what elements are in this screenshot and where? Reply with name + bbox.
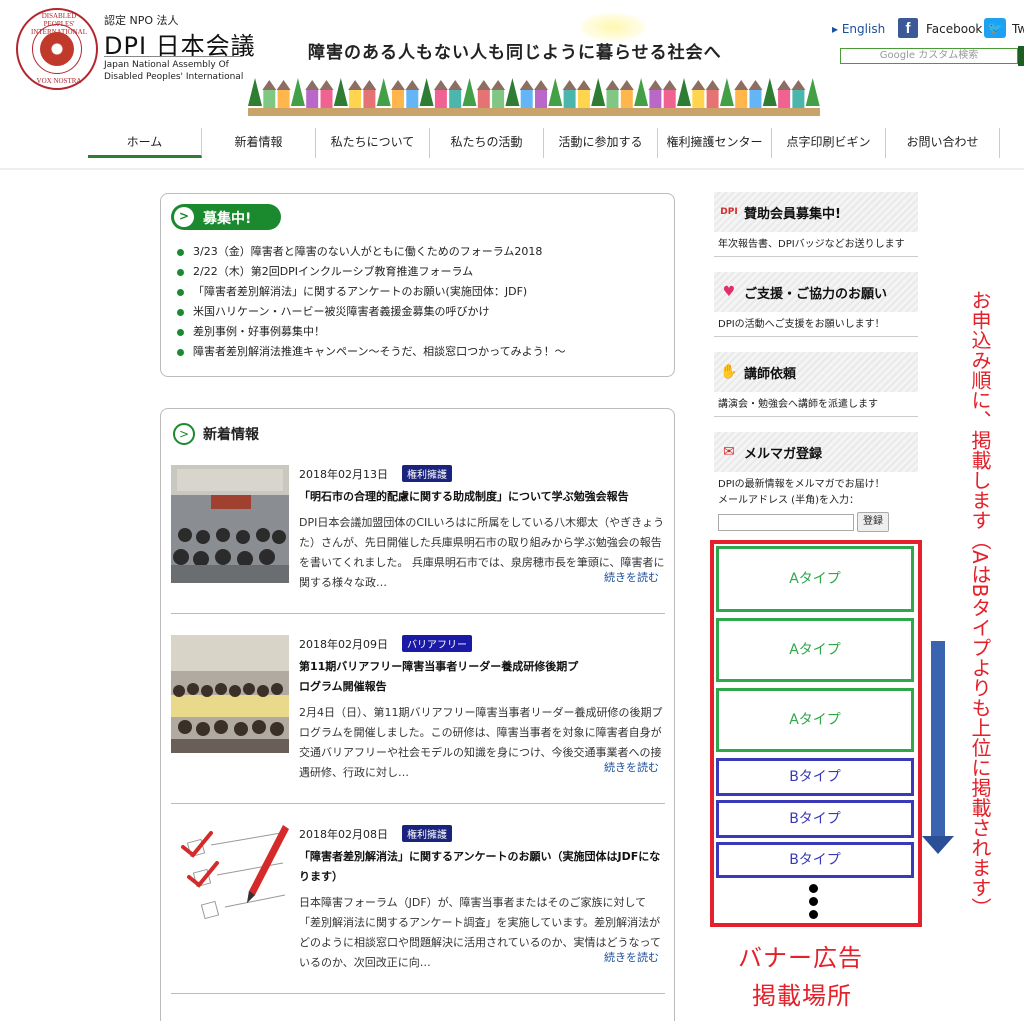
chevron-right-icon: > <box>174 207 194 227</box>
list-item[interactable]: 2/22（木）第2回DPIインクルーシブ教育推進フォーラム <box>177 262 566 282</box>
recruit-heading: > 募集中! <box>171 204 281 230</box>
ad-order-note: お申込み順に、掲載します（AはBタイプよりも上位に掲載されます） <box>968 290 992 918</box>
category-badge[interactable]: 権利擁護 <box>402 465 452 482</box>
mail-prompt: メールアドレス (半角)を入力： <box>718 495 859 506</box>
list-item[interactable]: 障害者差別解消法推進キャンペーン～そうだ、相談窓口つかってみよう！～ <box>177 342 566 362</box>
nav-join[interactable]: 活動に参加する <box>544 128 658 158</box>
english-link[interactable]: ▸ English <box>832 22 885 36</box>
news-heading: > 新着情報 <box>173 423 259 445</box>
mail-text: DPIの最新情報をメルマガでお届け！ <box>718 479 885 490</box>
search-button[interactable] <box>1018 46 1024 66</box>
lecture-box[interactable]: ✋ 講師依頼 講演会・勉強会へ講師を派遣します <box>714 352 918 417</box>
nav-braille[interactable]: 点字印刷ビギン <box>772 128 886 158</box>
ad-slot-b[interactable]: Bタイプ <box>716 842 914 878</box>
article-title[interactable]: 第11期バリアフリー障害当事者リーダー養成研修後期プログラム開催報告 <box>299 657 579 697</box>
lecture-title: 講師依頼 <box>744 367 797 382</box>
support-title: 賛助会員募集中! <box>744 207 841 222</box>
ad-slot-b[interactable]: Bタイプ <box>716 758 914 796</box>
down-arrow-head-icon <box>922 836 954 854</box>
article-title[interactable]: 「障害者差別解消法」に関するアンケートのお願い（実施団体はJDFになります） <box>299 847 665 887</box>
nav-home[interactable]: ホーム <box>88 128 202 158</box>
dpi-logo[interactable]: DISABLED PEOPLES' INTERNATIONAL VOX NOST… <box>16 8 98 90</box>
article-title[interactable]: 「明石市の合理的配慮に関する助成制度」について学ぶ勉強会報告 <box>299 487 665 507</box>
article-date: 2018年02月08日 <box>299 828 388 841</box>
article-date: 2018年02月09日 <box>299 638 388 651</box>
news-article: 2018年02月08日 権利擁護 「障害者差別解消法」に関するアンケートのお願い（… <box>171 825 665 1015</box>
twitter-icon[interactable]: 🐦 <box>984 18 1006 38</box>
nav-about[interactable]: 私たちについて <box>316 128 430 158</box>
article-date: 2018年02月13日 <box>299 468 388 481</box>
category-badge[interactable]: 権利擁護 <box>402 825 452 842</box>
list-item[interactable]: 差別事例・好事例募集中！ <box>177 322 566 342</box>
news-article: 2018年02月13日 権利擁護 「明石市の合理的配慮に関する助成制度」について学… <box>171 465 665 615</box>
lecture-text: 講演会・勉強会へ講師を派遣します <box>714 392 918 417</box>
recruit-list: 3/23（金）障害者と障害のない人がともに働くためのフォーラム2018 2/22… <box>177 242 566 362</box>
search-input[interactable]: Google カスタム検索 <box>840 48 1018 64</box>
town-illustration <box>248 78 820 116</box>
list-item[interactable]: 「障害者差別解消法」に関するアンケートのお願い(実施団体：JDF) <box>177 282 566 302</box>
read-more-link[interactable]: 続きを読む <box>604 759 659 775</box>
read-more-link[interactable]: 続きを読む <box>604 569 659 585</box>
twitter-link[interactable]: Tw <box>1012 22 1024 36</box>
org-english-2: Disabled Peoples' International <box>104 72 244 82</box>
main-nav: ホーム 新着情報 私たちについて 私たちの活動 活動に参加する 権利擁護センター… <box>88 128 1000 158</box>
nav-activities[interactable]: 私たちの活動 <box>430 128 544 158</box>
donation-title: ご支援・ご協力のお願い <box>744 287 888 302</box>
donation-text: DPIの活動へご支援をお願いします！ <box>714 312 918 337</box>
news-article: 2018年02月09日 バリアフリー 第11期バリアフリー障害当事者リーダー養成研… <box>171 635 665 805</box>
hand-icon: ✋ <box>720 364 738 380</box>
ad-slot-a[interactable]: Aタイプ <box>716 688 914 752</box>
logo-emblem-icon <box>40 32 74 66</box>
read-more-link[interactable]: 続きを読む <box>604 949 659 965</box>
ellipsis-dot <box>809 910 818 919</box>
mail-box: ✉ メルマガ登録 DPIの最新情報をメルマガでお届け！ メールアドレス (半角)… <box>714 432 918 512</box>
nav-contact[interactable]: お問い合わせ <box>886 128 1000 158</box>
mail-title: メルマガ登録 <box>744 447 823 462</box>
donation-box[interactable]: ♥ ご支援・ご協力のお願い DPIの活動へご支援をお願いします！ <box>714 272 918 337</box>
ad-caption-2: 掲載場所 <box>752 982 852 1010</box>
article-photo[interactable] <box>171 465 289 583</box>
support-text: 年次報告書、DPIバッジなどお送りします <box>714 232 918 257</box>
article-photo[interactable] <box>171 635 289 753</box>
org-english-1: Japan National Assembly Of <box>104 60 229 70</box>
ellipsis-dot <box>809 884 818 893</box>
support-member-box[interactable]: DPI 賛助会員募集中! 年次報告書、DPIバッジなどお送りします <box>714 192 918 257</box>
dpi-badge-icon: DPI <box>720 207 738 217</box>
register-button[interactable]: 登録 <box>857 512 889 532</box>
down-arrow-icon <box>931 641 945 837</box>
list-item[interactable]: 3/23（金）障害者と障害のない人がともに働くためのフォーラム2018 <box>177 242 566 262</box>
checklist-icon[interactable] <box>171 825 289 943</box>
category-badge[interactable]: バリアフリー <box>402 635 472 652</box>
ellipsis-dot <box>809 897 818 906</box>
mail-icon: ✉ <box>723 444 735 460</box>
facebook-icon[interactable]: f <box>898 18 918 38</box>
news-panel: > 新着情報 2018年02月13日 権利擁護 「明石市の合理的配慮に関する助成制度… <box>160 408 675 1021</box>
chevron-right-icon: > <box>173 423 195 445</box>
facebook-link[interactable]: Facebook <box>926 22 982 36</box>
ad-slot-a[interactable]: Aタイプ <box>716 546 914 612</box>
tagline: 障害のある人もない人も同じように暮らせる社会へ <box>308 43 722 63</box>
logo-bottom-text: VOX NOSTRA <box>36 77 82 85</box>
recruit-panel: > 募集中! 3/23（金）障害者と障害のない人がともに働くためのフォーラム20… <box>160 193 675 377</box>
ad-caption-1: バナー広告 <box>738 944 863 972</box>
header-banner: 障害のある人もない人も同じように暮らせる社会へ <box>248 12 820 116</box>
nav-news[interactable]: 新着情報 <box>202 128 316 158</box>
ad-slot-b[interactable]: Bタイプ <box>716 800 914 838</box>
ad-slot-a[interactable]: Aタイプ <box>716 618 914 682</box>
heart-icon: ♥ <box>722 284 736 300</box>
list-item[interactable]: 米国ハリケーン・ハービー被災障害者義援金募集の呼びかけ <box>177 302 566 322</box>
email-field[interactable] <box>718 514 854 531</box>
nav-rights-center[interactable]: 権利擁護センター <box>658 128 772 158</box>
